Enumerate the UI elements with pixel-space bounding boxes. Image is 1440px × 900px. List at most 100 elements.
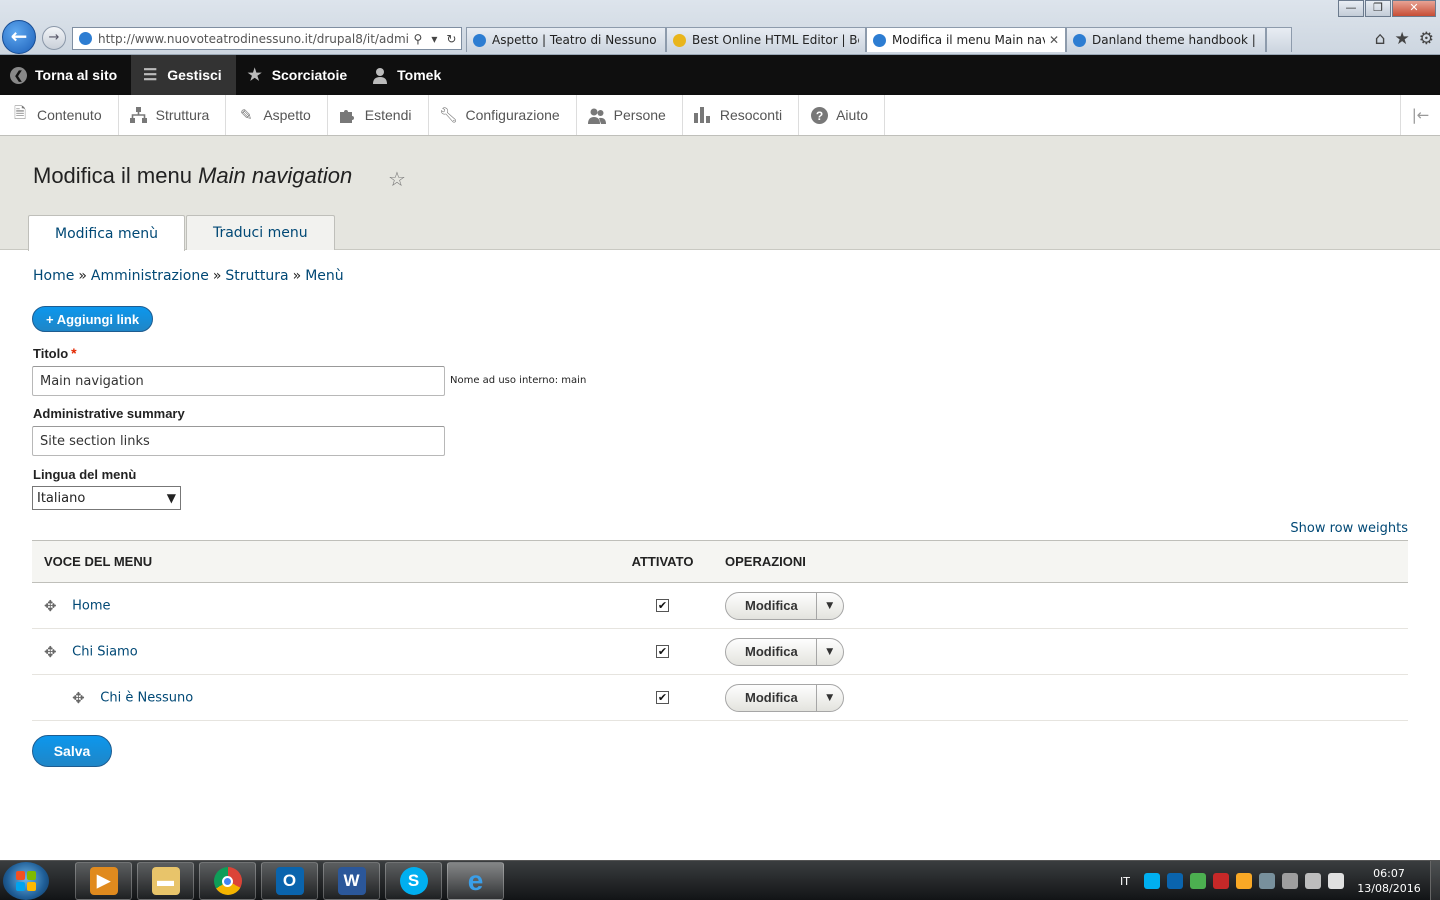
shortcuts-tab[interactable]: ★ Scorciatoie [236, 55, 361, 95]
device-tray-icon[interactable] [1259, 873, 1275, 889]
table-row: ✥ Home ✔ Modifica ▼ [32, 582, 1408, 629]
volume-icon[interactable] [1282, 873, 1298, 889]
taskbar-skype[interactable]: S [385, 862, 442, 900]
breadcrumb-menu[interactable]: Menù [305, 268, 343, 284]
operations-dropbutton: Modifica ▼ [725, 637, 844, 666]
taskbar-internet-explorer[interactable]: e [447, 862, 504, 900]
tray-item-aspetto[interactable]: ✎ Aspetto [226, 95, 328, 135]
network-icon[interactable] [1305, 873, 1321, 889]
enabled-checkbox[interactable]: ✔ [656, 599, 669, 612]
breadcrumb-struttura[interactable]: Struttura [225, 268, 288, 284]
save-button[interactable]: Salva [32, 735, 112, 767]
tray-item-label: Struttura [155, 107, 210, 123]
browser-tab-danland[interactable]: Danland theme handbook | Dr... [1066, 27, 1266, 52]
puzzle-icon [339, 106, 357, 124]
chevron-left-icon: ❮ [10, 66, 27, 84]
refresh-icon[interactable]: ↻ [446, 32, 456, 46]
tab-label: Danland theme handbook | Dr... [1092, 33, 1259, 47]
taskbar-explorer[interactable]: ▬ [137, 862, 194, 900]
summary-label: Administrative summary [33, 406, 185, 421]
manage-tab[interactable]: ☰ Gestisci [131, 55, 236, 95]
chevron-down-icon: ▼ [166, 491, 176, 505]
browser-tab-modifica-menu[interactable]: Modifica il menu Main navi... ✕ [866, 27, 1066, 52]
tray-item-estendi[interactable]: Estendi [328, 95, 429, 135]
breadcrumb-amministrazione[interactable]: Amministrazione [91, 268, 209, 284]
shortcuts-label: Scorciatoie [271, 67, 348, 83]
menu-item-link[interactable]: Chi Siamo [72, 644, 138, 659]
add-link-button[interactable]: + Aggiungi link [32, 306, 154, 332]
back-to-site-label: Torna al sito [35, 67, 118, 83]
shortcut-star-icon[interactable]: ☆ [388, 167, 406, 191]
breadcrumb-home[interactable]: Home [33, 268, 74, 284]
tab-modifica-menu[interactable]: Modifica menù [28, 215, 185, 251]
taskbar-media-player[interactable]: ▶ [75, 862, 132, 900]
close-tab-icon[interactable]: ✕ [1049, 33, 1059, 47]
edit-button[interactable]: Modifica [726, 592, 817, 619]
forward-button[interactable]: → [42, 26, 66, 50]
taskbar-outlook[interactable]: O [261, 862, 318, 900]
breadcrumb: Home» Amministrazione» Struttura» Menù [33, 268, 344, 284]
manage-label: Gestisci [167, 67, 222, 83]
show-row-weights-link[interactable]: Show row weights [1290, 521, 1408, 536]
enabled-checkbox[interactable]: ✔ [656, 691, 669, 704]
dropdown-toggle-icon[interactable]: ▼ [817, 685, 843, 711]
language-indicator[interactable]: IT [1120, 875, 1130, 888]
tray-item-aiuto[interactable]: ? Aiuto [799, 95, 886, 135]
sync-tray-icon[interactable] [1190, 873, 1206, 889]
user-tab[interactable]: Tomek [361, 55, 455, 95]
drag-handle-icon[interactable]: ✥ [44, 643, 58, 661]
favorites-star-icon[interactable]: ★ [1395, 29, 1410, 49]
column-header-enabled: Attivato [610, 540, 715, 583]
dropdown-toggle-icon[interactable]: ▼ [817, 593, 843, 619]
language-select[interactable]: Italiano ▼ [32, 486, 181, 510]
tab-traduci-menu[interactable]: Traduci menu [185, 215, 335, 250]
summary-field[interactable] [32, 426, 445, 456]
gear-icon[interactable]: ⚙ [1419, 29, 1434, 49]
taskbar-chrome[interactable] [199, 862, 256, 900]
minimize-button[interactable]: — [1338, 0, 1364, 17]
column-header-operations: Operazioni [715, 540, 1408, 583]
tray-item-contenuto[interactable]: 🗎 Contenuto [0, 95, 119, 135]
show-desktop-button[interactable] [1430, 861, 1440, 900]
back-button[interactable]: ← [2, 20, 36, 54]
home-icon[interactable]: ⌂ [1375, 29, 1386, 49]
outlook-tray-icon[interactable] [1167, 873, 1183, 889]
dropdown-toggle-icon[interactable]: ▼ [817, 639, 843, 665]
edit-button[interactable]: Modifica [726, 638, 817, 665]
clock[interactable]: 06:07 13/08/2016 [1356, 866, 1422, 896]
enabled-checkbox[interactable]: ✔ [656, 645, 669, 658]
browser-tab-aspetto[interactable]: Aspetto | Teatro di Nessuno [466, 27, 666, 52]
menu-item-link[interactable]: Chi è Nessuno [100, 690, 193, 705]
column-header-title: Voce del menu [32, 540, 610, 583]
close-window-button[interactable]: ✕ [1392, 0, 1436, 17]
search-icon[interactable]: ⚲ [414, 32, 423, 46]
tray-orientation-toggle[interactable]: |← [1400, 95, 1440, 135]
browser-tab-html-editor[interactable]: Best Online HTML Editor | Best... [666, 27, 866, 52]
user-icon [371, 66, 389, 84]
taskbar-word[interactable]: W [323, 862, 380, 900]
new-tab-button[interactable] [1266, 27, 1292, 52]
tray-item-resoconti[interactable]: Resoconti [683, 95, 800, 135]
antivirus-tray-icon[interactable] [1213, 873, 1229, 889]
tray-item-struttura[interactable]: Struttura [119, 95, 227, 135]
tray-item-configurazione[interactable]: 🔧︎ Configurazione [429, 95, 577, 135]
drag-handle-icon[interactable]: ✥ [44, 597, 58, 615]
dropdown-icon[interactable]: ▾ [431, 32, 437, 46]
title-field[interactable] [32, 366, 445, 396]
address-url[interactable]: http://www.nuovoteatrodinessuno.it/drupa… [98, 32, 409, 46]
edit-button[interactable]: Modifica [726, 684, 817, 711]
action-center-flag-icon[interactable] [1328, 873, 1344, 889]
tray-item-persone[interactable]: Persone [577, 95, 683, 135]
skype-tray-icon[interactable] [1144, 873, 1160, 889]
restore-button[interactable]: ❐ [1365, 0, 1391, 17]
tray-item-label: Aspetto [263, 107, 311, 123]
warning-tray-icon[interactable] [1236, 873, 1252, 889]
site-favicon-icon [79, 32, 92, 45]
menu-item-link[interactable]: Home [72, 598, 110, 613]
address-bar[interactable]: http://www.nuovoteatrodinessuno.it/drupa… [72, 27, 462, 50]
drag-handle-icon[interactable]: ✥ [72, 689, 86, 707]
drupal-favicon-icon [873, 33, 886, 47]
start-button[interactable] [3, 862, 49, 900]
menu-links-table: Voce del menu Attivato Operazioni ✥ Home… [32, 540, 1408, 721]
back-to-site-link[interactable]: ❮ Torna al sito [0, 55, 131, 95]
